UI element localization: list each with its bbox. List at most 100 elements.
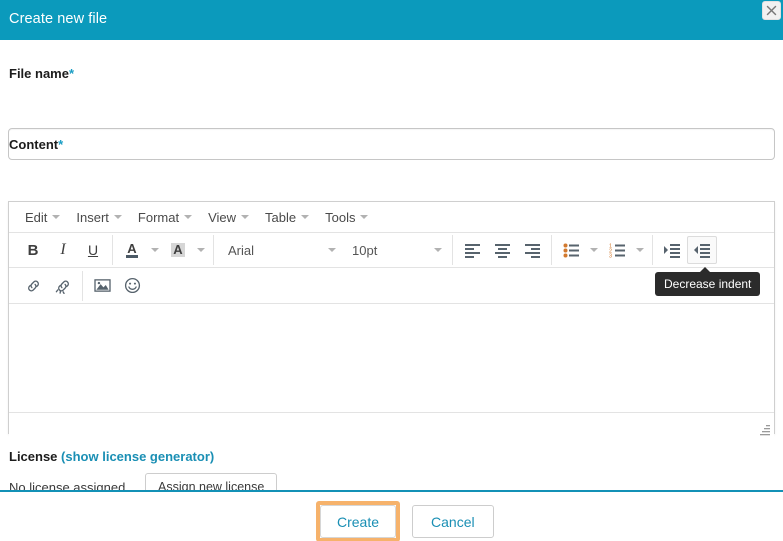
license-paren-close: ) xyxy=(210,449,214,464)
text-color-dropdown[interactable] xyxy=(147,236,163,264)
link-icon xyxy=(25,278,42,294)
filename-label: File name* xyxy=(9,66,74,81)
toolbar-group-media xyxy=(83,271,151,301)
decrease-indent-tooltip: Decrease indent xyxy=(655,272,760,296)
emoticon-icon xyxy=(124,277,141,294)
toolbar-group-alignment xyxy=(453,235,552,265)
chevron-down-icon xyxy=(241,215,249,219)
background-color-icon: A xyxy=(171,243,184,257)
unlink-button[interactable] xyxy=(48,272,78,300)
menu-tools[interactable]: Tools xyxy=(317,207,376,228)
unlink-icon xyxy=(55,278,72,294)
text-color-button[interactable]: A xyxy=(117,236,147,264)
menu-format-label: Format xyxy=(138,210,179,225)
chevron-down-icon xyxy=(114,215,122,219)
chevron-down-icon xyxy=(52,215,60,219)
show-license-generator-link[interactable]: show license generator xyxy=(65,449,210,464)
image-icon xyxy=(94,278,111,293)
font-family-value: Arial xyxy=(228,243,254,258)
license-label: License xyxy=(9,449,57,464)
chevron-down-icon xyxy=(360,215,368,219)
editor-content-area[interactable] xyxy=(9,303,774,412)
content-label: Content* xyxy=(9,137,63,152)
background-color-dropdown[interactable] xyxy=(193,236,209,264)
decrease-indent-button[interactable] xyxy=(687,236,717,264)
cancel-button[interactable]: Cancel xyxy=(412,505,494,538)
chevron-down-icon xyxy=(184,215,192,219)
align-left-icon xyxy=(464,243,481,258)
content-label-text: Content xyxy=(9,137,58,152)
content-required-marker: * xyxy=(58,137,63,152)
text-color-icon: A xyxy=(126,243,137,258)
footer-button-group: Create Cancel xyxy=(316,501,494,541)
increase-indent-icon xyxy=(664,243,681,258)
numbered-list-dropdown[interactable] xyxy=(632,236,648,264)
rich-text-editor: Edit Insert Format View Table xyxy=(8,201,775,434)
align-center-button[interactable] xyxy=(487,236,517,264)
chevron-down-icon xyxy=(590,248,598,252)
editor-status-bar xyxy=(9,412,774,438)
menu-view-label: View xyxy=(208,210,236,225)
svg-text:3: 3 xyxy=(609,253,612,258)
toolbar-group-text-style: B I U xyxy=(14,235,113,265)
tooltip-arrow-icon xyxy=(699,267,711,273)
menu-table[interactable]: Table xyxy=(257,207,317,228)
menu-insert[interactable]: Insert xyxy=(68,207,130,228)
license-heading: License (show license generator) xyxy=(9,449,214,464)
toolbar-group-font: Arial 10pt xyxy=(214,235,453,265)
close-button[interactable] xyxy=(762,1,781,20)
align-right-icon xyxy=(524,243,541,258)
menu-format[interactable]: Format xyxy=(130,207,200,228)
numbered-list-button[interactable]: 1 2 3 xyxy=(602,236,632,264)
font-size-select[interactable]: 10pt xyxy=(342,236,448,264)
bullet-list-icon xyxy=(563,243,580,258)
increase-indent-button[interactable] xyxy=(657,236,687,264)
menu-view[interactable]: View xyxy=(200,207,257,228)
underline-button[interactable]: U xyxy=(78,236,108,264)
toolbar-group-lists: 1 2 3 xyxy=(552,235,653,265)
chevron-down-icon xyxy=(151,248,159,252)
toolbar-group-links xyxy=(14,271,83,301)
dialog-footer: Create Cancel xyxy=(0,490,783,541)
filename-input[interactable] xyxy=(8,128,775,160)
dialog-body: File name* Content* Edit Insert Format xyxy=(0,40,783,490)
create-button[interactable]: Create xyxy=(320,505,396,538)
menu-edit-label: Edit xyxy=(25,210,47,225)
menu-edit[interactable]: Edit xyxy=(17,207,68,228)
bullet-list-dropdown[interactable] xyxy=(586,236,602,264)
toolbar-group-colors: A A xyxy=(113,235,214,265)
background-color-button[interactable]: A xyxy=(163,236,193,264)
dialog-header: Create new file xyxy=(0,0,783,40)
insert-image-button[interactable] xyxy=(87,272,117,300)
decrease-indent-icon xyxy=(694,243,711,258)
editor-toolbar-row-1: B I U A A xyxy=(9,233,774,268)
chevron-down-icon xyxy=(301,215,309,219)
align-center-icon xyxy=(494,243,511,258)
chevron-down-icon xyxy=(636,248,644,252)
bold-icon: B xyxy=(28,242,39,259)
align-left-button[interactable] xyxy=(457,236,487,264)
create-new-file-dialog: Create new file File name* Content* Edit xyxy=(0,0,783,541)
tooltip-text: Decrease indent xyxy=(664,277,751,291)
resize-handle-icon[interactable] xyxy=(757,422,771,436)
align-right-button[interactable] xyxy=(517,236,547,264)
filename-label-text: File name xyxy=(9,66,69,81)
bullet-list-button[interactable] xyxy=(556,236,586,264)
bold-button[interactable]: B xyxy=(18,236,48,264)
dialog-title: Create new file xyxy=(9,11,107,27)
menu-tools-label: Tools xyxy=(325,210,355,225)
insert-link-button[interactable] xyxy=(18,272,48,300)
chevron-down-icon xyxy=(197,248,205,252)
editor-menubar: Edit Insert Format View Table xyxy=(9,202,774,233)
menu-insert-label: Insert xyxy=(76,210,109,225)
numbered-list-icon: 1 2 3 xyxy=(609,243,626,258)
toolbar-group-indent xyxy=(653,235,721,265)
chevron-down-icon xyxy=(434,248,442,252)
font-family-select[interactable]: Arial xyxy=(218,236,342,264)
insert-emoticon-button[interactable] xyxy=(117,272,147,300)
underline-icon: U xyxy=(88,242,98,258)
chevron-down-icon xyxy=(328,248,336,252)
italic-button[interactable]: I xyxy=(48,236,78,264)
filename-required-marker: * xyxy=(69,66,74,81)
close-x-icon xyxy=(766,5,777,16)
